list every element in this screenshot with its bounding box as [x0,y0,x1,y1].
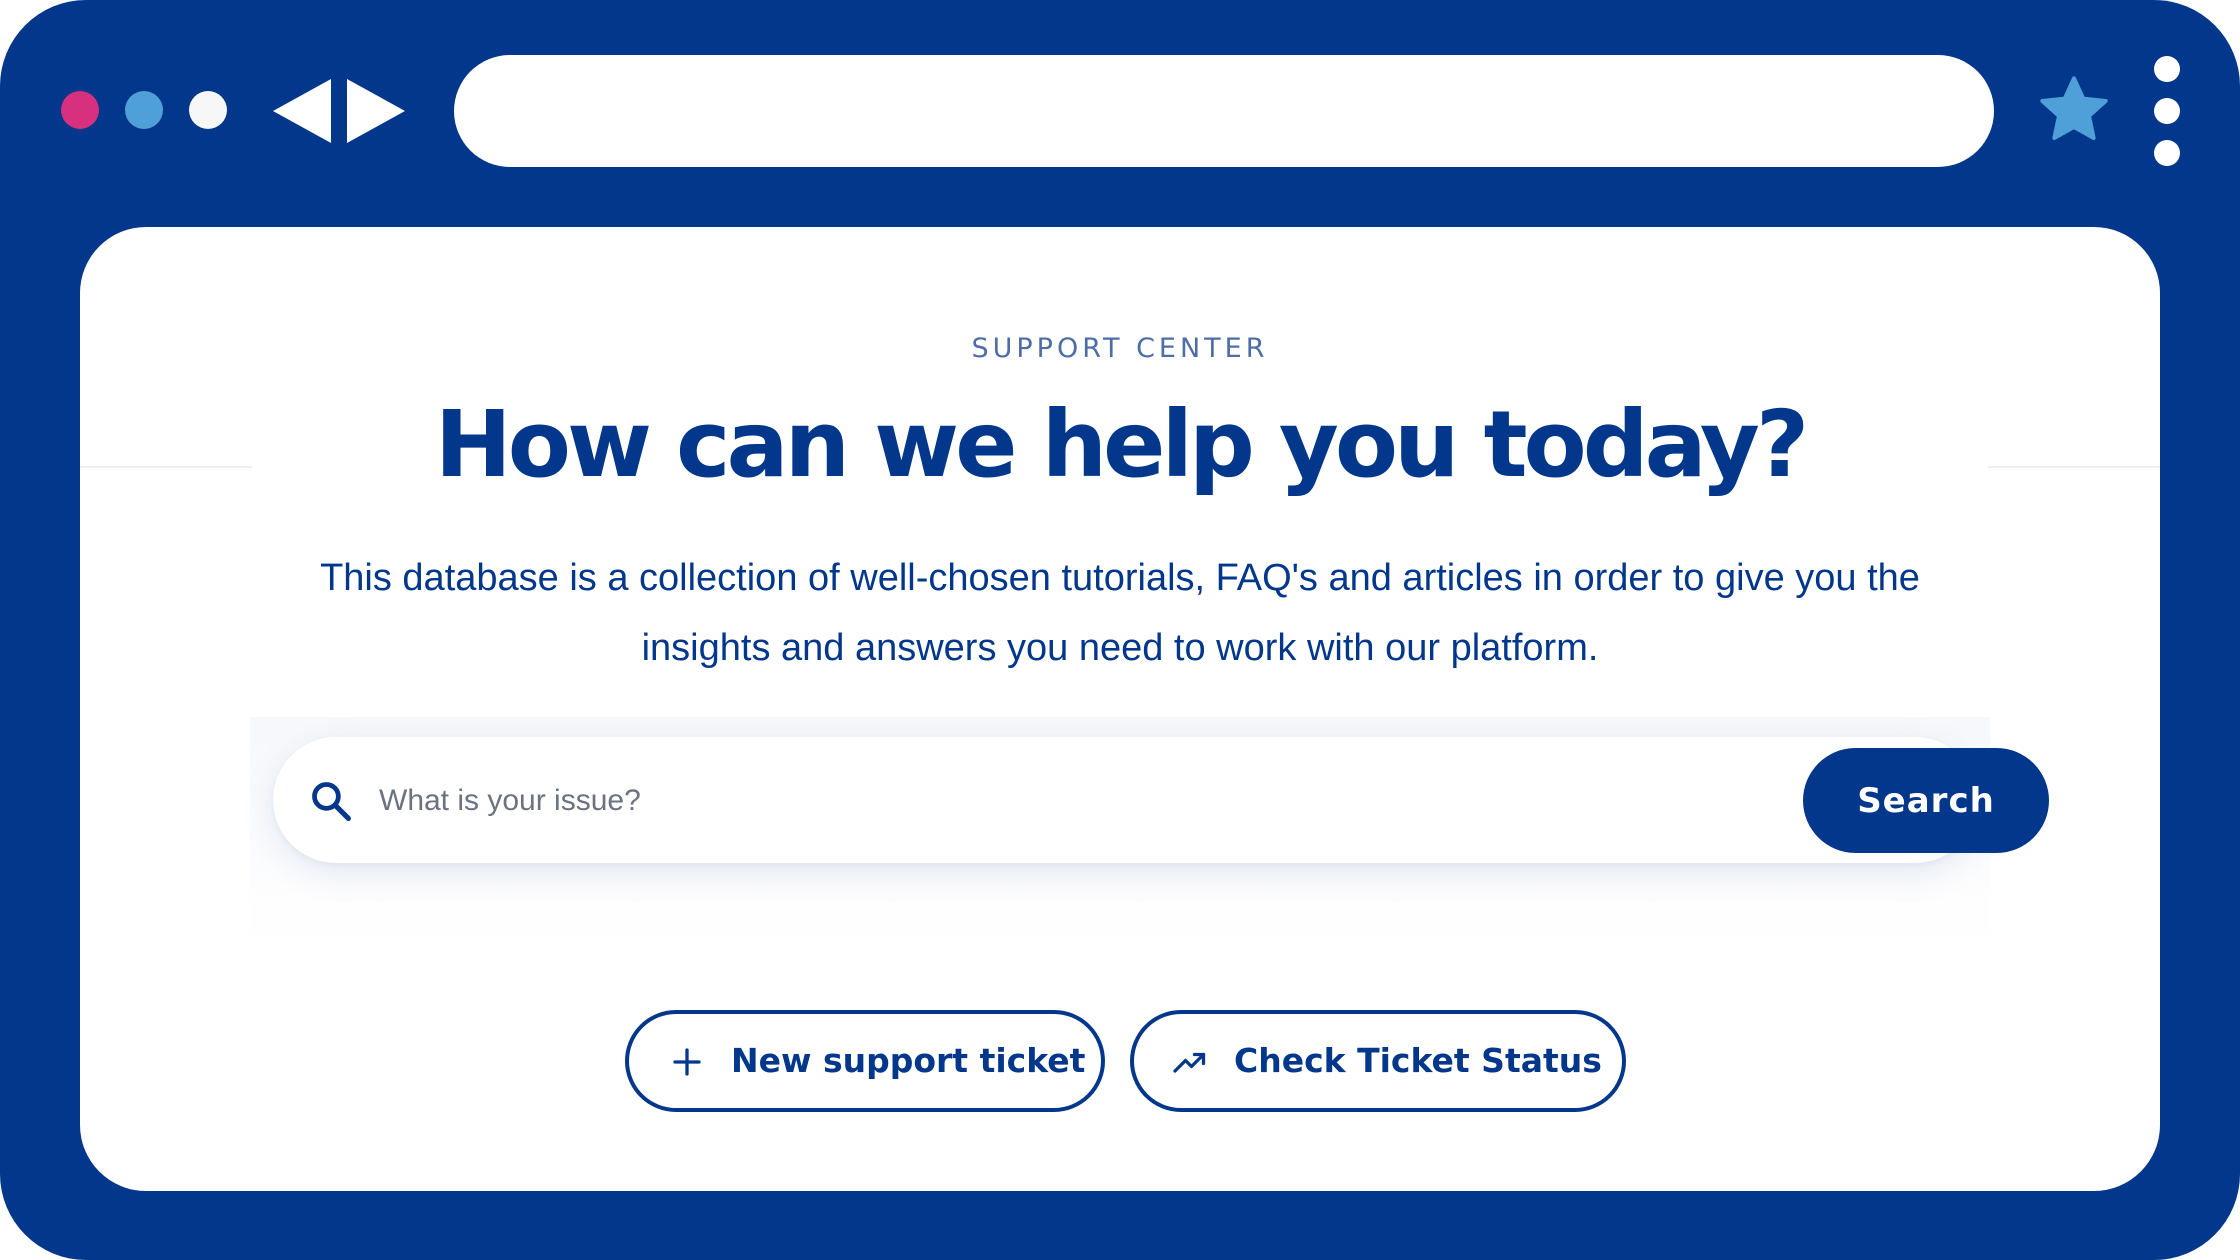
address-bar[interactable] [454,55,1994,167]
browser-window: SUPPORT CENTER How can we help you today… [0,0,2240,1260]
check-ticket-status-button[interactable]: Check Ticket Status [1130,1010,1626,1112]
kebab-menu-icon[interactable] [2146,56,2186,170]
search-input[interactable] [377,765,1381,837]
search-icon [312,782,351,821]
new-support-ticket-button[interactable]: New support ticket [625,1010,1105,1112]
star-icon[interactable] [2034,71,2114,151]
search-button[interactable]: Search [1803,748,2049,853]
search-bar: Search [273,737,2049,863]
intro-line-1: This database is a collection of well-ch… [320,557,1920,599]
intro-paragraph: This database is a collection of well-ch… [280,543,1960,683]
back-arrow-icon[interactable] [273,79,331,143]
window-minimize-dot[interactable] [125,91,163,129]
new-support-ticket-label: New support ticket [731,1041,1086,1080]
forward-arrow-icon[interactable] [347,79,405,143]
intro-line-2: insights and answers you need to work wi… [641,627,1599,669]
page-title: How can we help you today? [434,391,1809,498]
page-content: SUPPORT CENTER How can we help you today… [80,227,2160,1191]
plus-icon [673,1048,701,1076]
window-maximize-dot[interactable] [189,91,227,129]
check-ticket-status-label: Check Ticket Status [1234,1041,1602,1080]
trending-up-icon [1173,1052,1206,1073]
window-close-dot[interactable] [61,91,99,129]
section-eyebrow: SUPPORT CENTER [971,333,1269,364]
